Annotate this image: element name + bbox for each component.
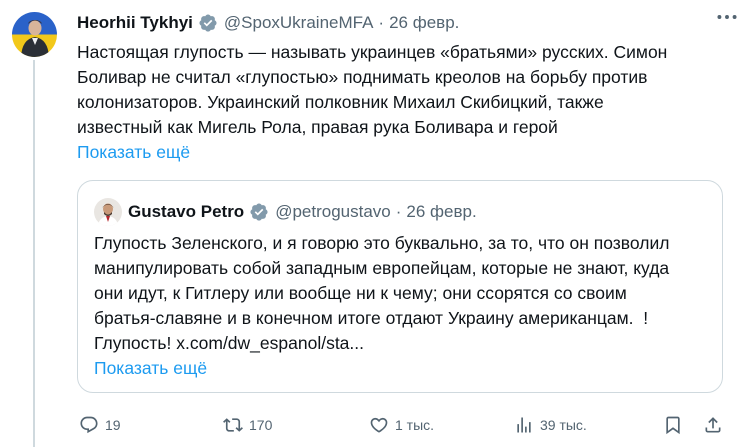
verified-badge-icon [249, 202, 269, 222]
views-count: 39 тыс. [540, 417, 587, 433]
show-more-link[interactable]: Показать ещё [77, 140, 190, 165]
author-avatar[interactable] [12, 12, 57, 57]
author-name[interactable]: Heorhii Tykhyi [77, 13, 193, 33]
quoted-tweet-header: Gustavo Petro @petrogustavo · 26 февр. [94, 198, 477, 226]
bookmark-button[interactable] [663, 410, 683, 440]
like-button[interactable]: 1 тыс. [369, 410, 434, 440]
thread-line [33, 60, 35, 447]
separator-dot: · [378, 13, 385, 32]
tweet-header: Heorhii Tykhyi @SpoxUkraineMFA · 26 февр… [77, 12, 732, 34]
separator-dot: · [395, 202, 402, 221]
quoted-author-handle: @petrogustavo [275, 202, 391, 221]
bookmark-icon [666, 416, 680, 435]
like-count: 1 тыс. [395, 417, 435, 433]
quoted-author-avatar [94, 198, 122, 226]
views-button[interactable]: 39 тыс. [514, 410, 587, 440]
repost-button[interactable]: 170 [223, 410, 272, 440]
quoted-tweet[interactable]: Gustavo Petro @petrogustavo · 26 февр. Г… [77, 180, 723, 393]
more-icon[interactable] [714, 4, 740, 30]
tweet-date[interactable]: 26 февр. [389, 13, 459, 33]
share-button[interactable] [703, 410, 723, 440]
repost-count: 170 [249, 417, 273, 433]
reply-icon [80, 416, 98, 434]
tweet-text: Настоящая глупость — называть украинцев … [77, 42, 668, 137]
share-icon [705, 417, 721, 433]
author-handle[interactable]: @SpoxUkraineMFA [224, 13, 374, 33]
reply-button[interactable]: 19 [79, 410, 121, 440]
verified-badge-icon[interactable] [198, 13, 218, 33]
quoted-tweet-text: Глупость Зеленского, и я говорю это букв… [94, 233, 670, 353]
tweet[interactable]: Heorhii Tykhyi @SpoxUkraineMFA · 26 февр… [0, 0, 746, 447]
tweet-content: Heorhii Tykhyi @SpoxUkraineMFA · 26 февр… [77, 12, 732, 165]
like-icon [370, 417, 388, 433]
quoted-tweet-date: 26 февр. [406, 202, 477, 221]
reply-count: 19 [105, 417, 121, 433]
quoted-show-more-link[interactable]: Показать ещё [94, 356, 207, 381]
views-icon [517, 417, 531, 433]
quoted-author-name: Gustavo Petro [128, 202, 245, 221]
repost-icon [223, 418, 243, 432]
action-bar: 19 170 1 тыс. 39 тыс. [77, 410, 727, 440]
